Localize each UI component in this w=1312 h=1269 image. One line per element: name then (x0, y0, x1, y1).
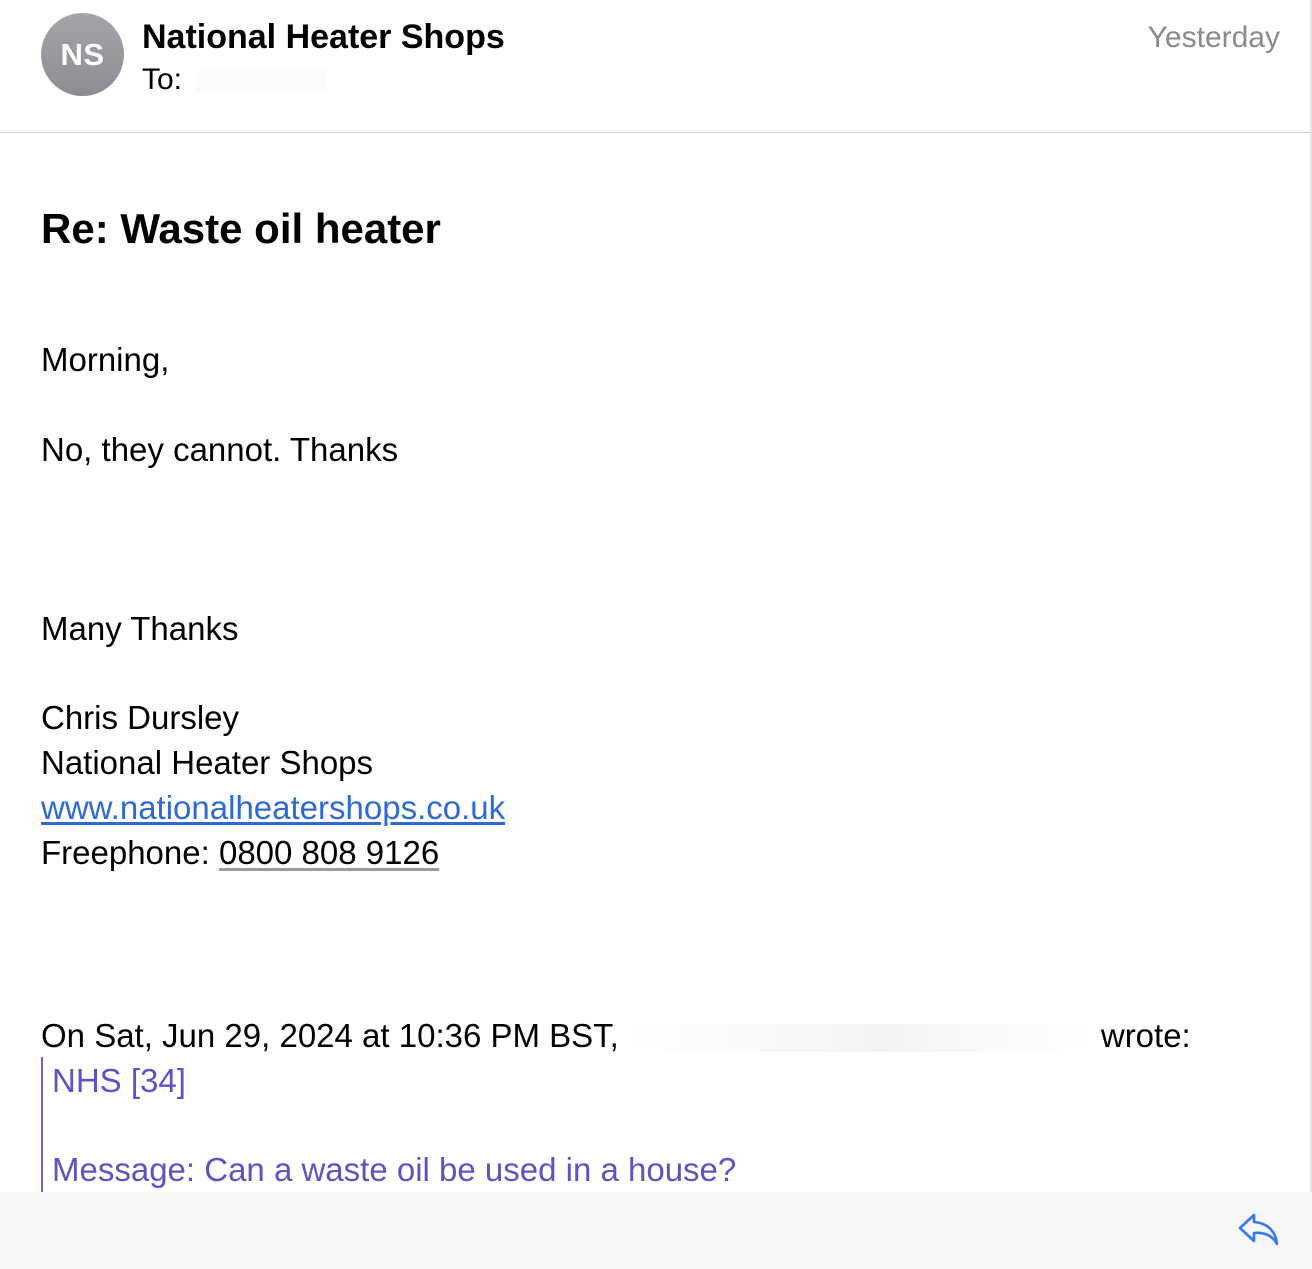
sender-name[interactable]: National Heater Shops (142, 17, 505, 57)
email-header: NS National Heater Shops To: Yesterday (0, 0, 1310, 133)
email-date: Yesterday (1147, 21, 1280, 54)
recipient-line: To: (142, 62, 327, 98)
message-text: No, they cannot. Thanks (41, 431, 399, 468)
quoted-line: NHS [34] (52, 1062, 186, 1099)
avatar[interactable]: NS (41, 13, 124, 96)
attribution-prefix: On Sat, Jun 29, 2024 at 10:36 PM BST, (41, 1017, 619, 1054)
signature-name: Chris Dursley (41, 699, 240, 736)
reply-button[interactable] (1236, 1210, 1282, 1250)
signoff: Many Thanks (41, 610, 239, 647)
redacted-recipient (196, 70, 327, 93)
website-link[interactable]: www.nationalheatershops.co.uk (41, 789, 505, 826)
quote-bar (41, 1057, 43, 1192)
email-subject: Re: Waste oil heater (41, 205, 441, 252)
quote-attribution: On Sat, Jun 29, 2024 at 10:36 PM BST, wro… (41, 1016, 1191, 1056)
freephone-line: Freephone: 0800 808 9126 (41, 833, 439, 873)
avatar-initials: NS (60, 36, 105, 72)
redacted-sender-address (624, 1024, 1095, 1053)
phone-link[interactable]: 0800 808 9126 (219, 834, 439, 871)
quoted-line: Message: Can a waste oil be used in a ho… (52, 1151, 737, 1188)
bottom-toolbar (0, 1192, 1312, 1269)
email-view: NS National Heater Shops To: Yesterday R… (0, 0, 1312, 1269)
signature-company: National Heater Shops (41, 744, 374, 781)
reply-icon (1238, 1213, 1279, 1246)
greeting: Morning, (41, 341, 170, 378)
freephone-label: Freephone: (41, 834, 210, 871)
to-label: To: (142, 63, 183, 96)
website-link-line: www.nationalheatershops.co.uk (41, 788, 505, 828)
attribution-suffix: wrote: (1100, 1017, 1191, 1054)
